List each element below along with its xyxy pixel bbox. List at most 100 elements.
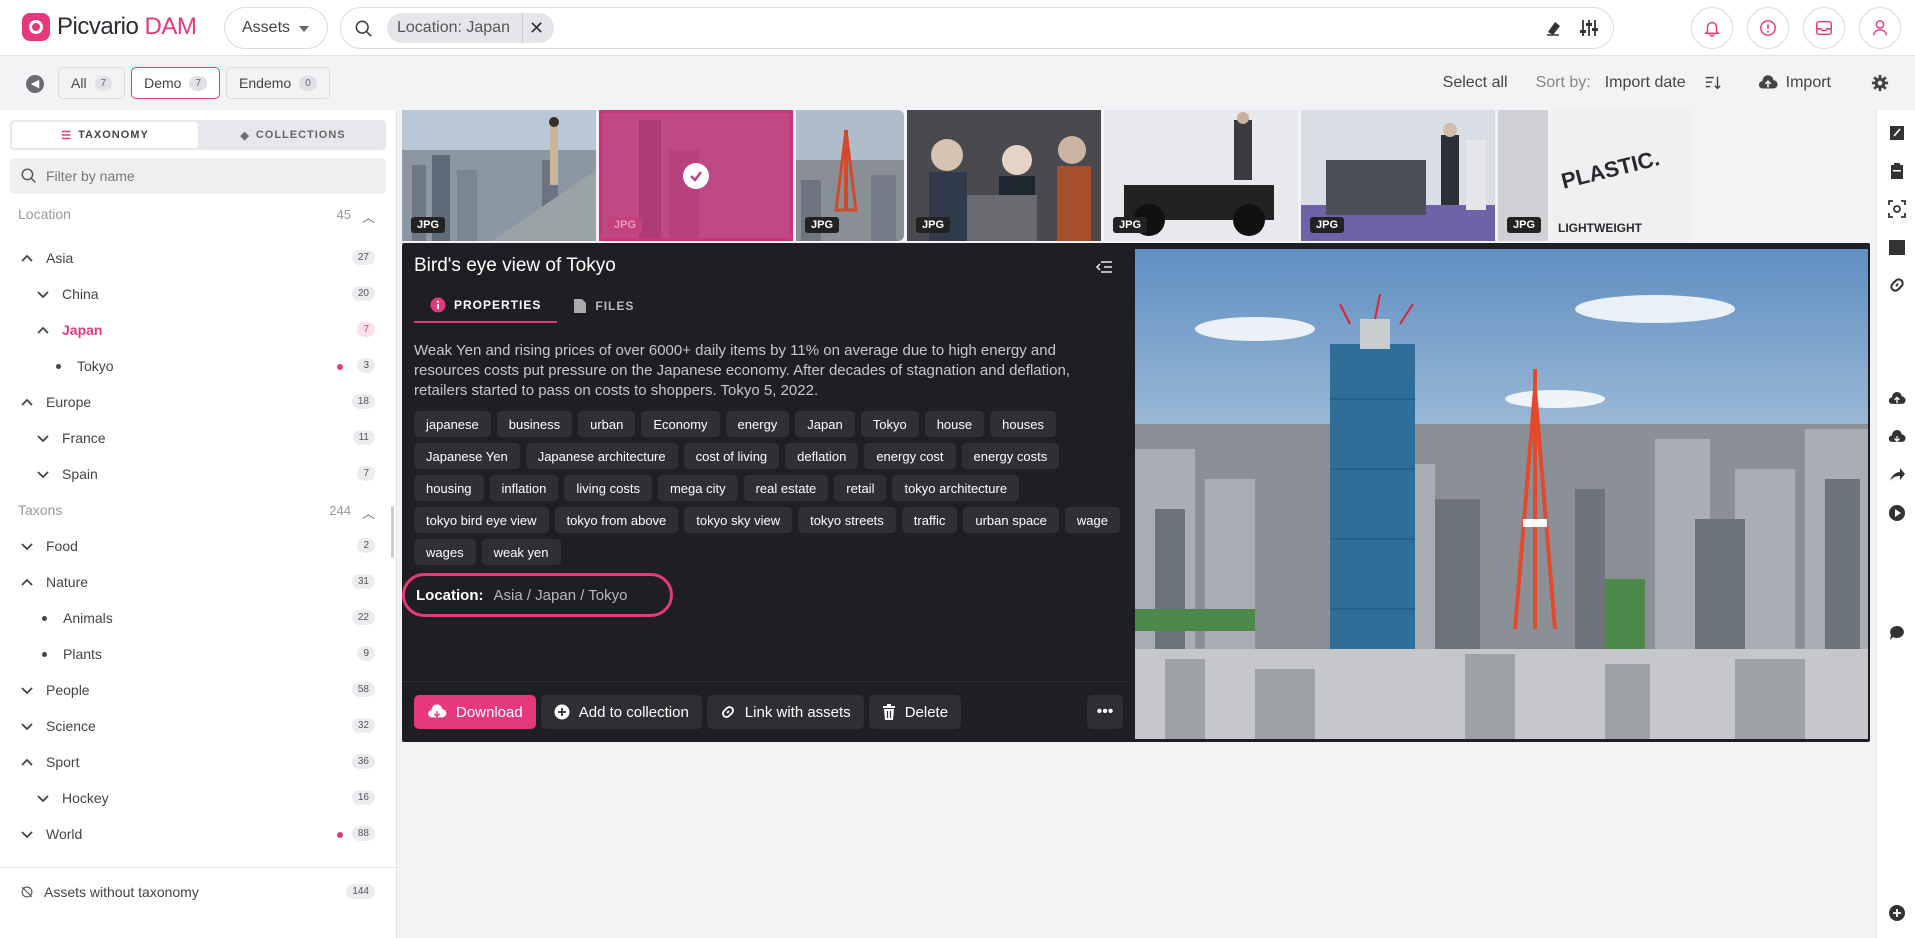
tag-chip[interactable]: energy costs: [961, 443, 1060, 469]
tag-chip[interactable]: energy: [725, 411, 790, 437]
location-value[interactable]: Asia / Japan / Tokyo: [494, 587, 628, 604]
tab-endemo[interactable]: Endemo 0: [226, 67, 330, 99]
cloud-upload-icon[interactable]: [1888, 390, 1906, 408]
tag-chip[interactable]: tokyo sky view: [684, 507, 793, 533]
tag-chip[interactable]: wage: [1064, 507, 1120, 533]
filter-sliders-icon[interactable]: [1579, 18, 1599, 38]
sidebar-item-science[interactable]: Science 32: [0, 708, 397, 744]
link-with-assets-button[interactable]: Link with assets: [706, 695, 864, 729]
info-button[interactable]: [1747, 7, 1789, 49]
asset-thumbnail-selected[interactable]: JPG: [599, 110, 793, 241]
inbox-button[interactable]: [1803, 7, 1845, 49]
sidebar-item-sport[interactable]: Sport 36: [0, 744, 397, 780]
sidebar-item-europe[interactable]: Europe 18: [0, 384, 397, 420]
face-scan-icon[interactable]: [1888, 200, 1906, 218]
tag-chip[interactable]: real estate: [743, 475, 829, 501]
checkmark-icon[interactable]: [683, 163, 709, 189]
sort-order-icon[interactable]: [1704, 74, 1722, 92]
location-field[interactable]: Location: Asia / Japan / Tokyo: [402, 573, 673, 617]
tag-chip[interactable]: tokyo architecture: [892, 475, 1020, 501]
download-button[interactable]: Download: [414, 695, 536, 729]
tag-chip[interactable]: japanese: [414, 411, 491, 437]
sidebar-item-tokyo[interactable]: Tokyo 3: [0, 348, 397, 384]
sidebar-item-asia[interactable]: Asia 27: [0, 240, 397, 276]
chevron-down-icon[interactable]: [20, 683, 34, 697]
tab-taxonomy[interactable]: ☰ TAXONOMY: [12, 122, 198, 148]
app-logo[interactable]: Picvario DAM: [22, 13, 197, 41]
tag-chip[interactable]: Economy: [641, 411, 720, 437]
chevron-up-icon[interactable]: [20, 755, 34, 769]
tag-chip[interactable]: Japanese Yen: [414, 443, 520, 469]
tag-chip[interactable]: traffic: [901, 507, 958, 533]
sidebar-item-world[interactable]: World 88: [0, 816, 397, 852]
sidebar-item-food[interactable]: Food 2: [0, 528, 397, 564]
edit-icon[interactable]: [1888, 124, 1906, 142]
close-icon[interactable]: ✕: [521, 13, 544, 43]
tag-chip[interactable]: tokyo streets: [798, 507, 896, 533]
sidebar-item-animals[interactable]: Animals 22: [0, 600, 397, 636]
sort-value[interactable]: Import date: [1605, 74, 1686, 92]
tag-chip[interactable]: tokyo bird eye view: [414, 507, 549, 533]
tag-chip[interactable]: tokyo from above: [554, 507, 679, 533]
chevron-up-icon[interactable]: [36, 323, 50, 337]
tag-chip[interactable]: business: [496, 411, 573, 437]
asset-thumbnail[interactable]: JPG: [907, 110, 1101, 241]
tag-chip[interactable]: living costs: [564, 475, 652, 501]
tab-collections[interactable]: ◈ COLLECTIONS: [200, 120, 386, 150]
chat-icon[interactable]: [1888, 624, 1906, 642]
clapperboard-icon[interactable]: [1888, 238, 1906, 256]
section-location[interactable]: Location 45 ︿: [0, 196, 397, 232]
add-to-collection-button[interactable]: Add to collection: [540, 695, 702, 729]
sidebar-item-plants[interactable]: Plants 9: [0, 636, 397, 672]
sidebar-item-nature[interactable]: Nature 31: [0, 564, 397, 600]
asset-preview-image[interactable]: [1135, 249, 1868, 739]
chevron-down-icon[interactable]: [20, 719, 34, 733]
tag-chip[interactable]: energy cost: [864, 443, 956, 469]
tab-files[interactable]: FILES: [557, 289, 650, 323]
eraser-icon[interactable]: [1543, 18, 1563, 38]
tag-chip[interactable]: Japanese architecture: [525, 443, 678, 469]
select-all-button[interactable]: Select all: [1443, 74, 1508, 92]
filter-input[interactable]: Filter by name: [10, 158, 386, 194]
collapse-panel-icon[interactable]: [1095, 259, 1113, 275]
tag-chip[interactable]: cost of living: [683, 443, 780, 469]
chevron-down-icon[interactable]: [36, 287, 50, 301]
tag-chip[interactable]: Tokyo: [860, 411, 919, 437]
link-icon[interactable]: [1888, 276, 1906, 294]
tab-properties[interactable]: PROPERTIES: [414, 289, 558, 323]
chevron-down-icon[interactable]: [36, 431, 50, 445]
gear-icon[interactable]: [1871, 74, 1889, 92]
share-arrow-icon[interactable]: [1888, 466, 1906, 484]
sidebar-item-france[interactable]: France 11: [0, 420, 397, 456]
tag-chip[interactable]: housing: [414, 475, 484, 501]
sidebar-item-japan[interactable]: Japan 7: [0, 312, 397, 348]
chevron-down-icon[interactable]: [36, 467, 50, 481]
sidebar-item-hockey[interactable]: Hockey 16: [0, 780, 397, 816]
tag-chip[interactable]: weak yen: [481, 539, 561, 565]
chevron-up-icon[interactable]: [20, 575, 34, 589]
asset-thumbnail[interactable]: JPG: [1104, 110, 1298, 241]
user-profile-button[interactable]: [1859, 7, 1901, 49]
asset-thumbnail[interactable]: JPG: [1301, 110, 1495, 241]
search-filter-chip[interactable]: Location: Japan ✕: [387, 13, 555, 43]
chevron-down-icon[interactable]: [36, 791, 50, 805]
tab-demo[interactable]: Demo 7: [131, 67, 221, 99]
tag-chip[interactable]: urban space: [963, 507, 1059, 533]
add-circle-icon[interactable]: [1888, 904, 1906, 922]
tag-chip[interactable]: houses: [990, 411, 1057, 437]
tag-chip[interactable]: Japan: [795, 411, 855, 437]
chevron-up-icon[interactable]: ︿: [362, 503, 375, 522]
notifications-button[interactable]: [1691, 7, 1733, 49]
tab-all[interactable]: All 7: [58, 67, 126, 99]
section-taxons[interactable]: Taxons 244 ︿: [0, 492, 397, 528]
search-bar[interactable]: Location: Japan ✕: [340, 7, 1614, 49]
assets-select[interactable]: Assets: [224, 7, 328, 49]
import-button[interactable]: Import: [1758, 74, 1831, 92]
asset-thumbnail[interactable]: JPG: [796, 110, 904, 241]
tag-chip[interactable]: inflation: [489, 475, 559, 501]
assets-without-taxonomy[interactable]: Assets without taxonomy 144: [0, 867, 397, 910]
more-options-button[interactable]: •••: [1087, 695, 1123, 729]
delete-button[interactable]: Delete: [868, 695, 962, 729]
play-circle-icon[interactable]: [1888, 504, 1906, 522]
asset-thumbnail[interactable]: PLASTIC. LIGHTWEIGHT JPG: [1498, 110, 1692, 241]
